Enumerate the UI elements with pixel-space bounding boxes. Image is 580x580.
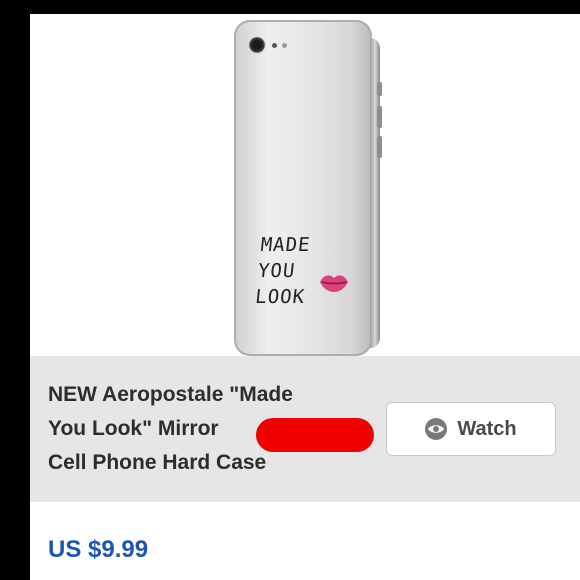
watch-label: Watch [457,417,517,440]
mute-switch [377,82,382,96]
eye-icon [425,418,448,440]
listing-info: NEW Aeropostale "Made You Look" Mirror C… [30,356,580,502]
listing-card: MADE YOU LOOK NEW Aeropostale "Made You … [30,14,580,580]
mic-dot [272,43,277,48]
volume-down-button [377,136,382,158]
watch-button[interactable]: Watch [386,402,556,456]
phone-case-illustration: MADE YOU LOOK [234,20,382,356]
case-text-line: MADE [259,234,312,256]
lips-icon [320,275,348,292]
product-image[interactable]: MADE YOU LOOK [30,14,580,356]
redaction-mark [256,418,374,452]
volume-up-button [377,106,382,128]
title-line: NEW Aeropostale "Made [48,383,293,406]
price: US $9.99 [48,536,149,563]
camera-icon [248,36,266,54]
price-section: US $9.99 [30,502,580,580]
flash-dot [282,43,287,48]
